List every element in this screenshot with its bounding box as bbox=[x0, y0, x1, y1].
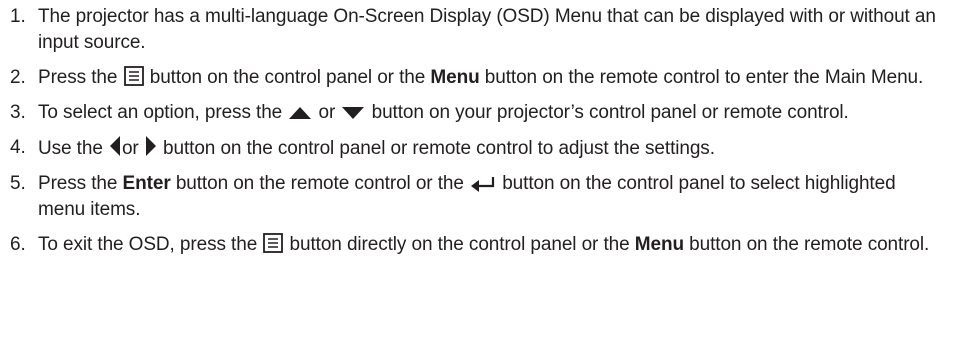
step-text-b: button on the control panel or the bbox=[149, 67, 426, 88]
left-triangle-icon bbox=[109, 135, 121, 157]
step-number: 6. bbox=[10, 234, 26, 255]
step-text-a: To exit the OSD, press the bbox=[38, 234, 258, 255]
step-1: 1. The projector has a multi-language On… bbox=[10, 4, 946, 56]
step-2: 2. Press the button on the control panel… bbox=[10, 65, 946, 91]
step-text-c: button on your projector’s control panel… bbox=[371, 102, 849, 123]
enter-label: Enter bbox=[122, 173, 171, 194]
up-triangle-icon bbox=[288, 105, 312, 121]
step-text-b: button on the remote control or the bbox=[175, 173, 464, 194]
step-number: 5. bbox=[10, 173, 26, 194]
step-text-b: button directly on the control panel or … bbox=[289, 234, 630, 255]
step-5: 5. Press the Enter button on the remote … bbox=[10, 171, 946, 223]
menu-label: Menu bbox=[430, 67, 480, 88]
step-number: 1. bbox=[10, 6, 26, 27]
step-text-a: Press the bbox=[38, 173, 118, 194]
step-text-a: To select an option, press the bbox=[38, 102, 283, 123]
step-4: 4. Use the or button on the control pane… bbox=[10, 135, 946, 162]
step-text-c: button on the remote control to enter th… bbox=[484, 67, 924, 88]
step-text: Press the button on the control panel or… bbox=[38, 65, 946, 91]
step-text: To select an option, press the or button… bbox=[38, 100, 946, 126]
step-text-c: button on the remote control. bbox=[689, 234, 930, 255]
step-text: Press the Enter button on the remote con… bbox=[38, 171, 946, 223]
step-text: To exit the OSD, press the button direct… bbox=[38, 232, 946, 258]
step-text-b: or bbox=[121, 138, 139, 159]
down-triangle-icon bbox=[341, 105, 365, 121]
step-number: 4. bbox=[10, 137, 26, 158]
right-triangle-icon bbox=[145, 135, 157, 157]
step-text-a: Use the bbox=[38, 138, 103, 159]
step-6: 6. To exit the OSD, press the button dir… bbox=[10, 232, 946, 258]
menu-label: Menu bbox=[634, 234, 684, 255]
step-text: The projector has a multi-language On-Sc… bbox=[38, 6, 936, 53]
step-text: Use the or button on the control panel o… bbox=[38, 135, 946, 162]
step-number: 2. bbox=[10, 67, 26, 88]
step-text-a: Press the bbox=[38, 67, 118, 88]
osd-instructions: 1. The projector has a multi-language On… bbox=[0, 0, 954, 355]
menu-icon bbox=[123, 66, 144, 86]
menu-icon bbox=[263, 233, 284, 253]
enter-arrow-icon bbox=[470, 176, 496, 192]
step-3: 3. To select an option, press the or but… bbox=[10, 100, 946, 126]
step-text-b: or bbox=[318, 102, 336, 123]
step-number: 3. bbox=[10, 102, 26, 123]
step-text-c: button on the control panel or remote co… bbox=[163, 138, 715, 159]
